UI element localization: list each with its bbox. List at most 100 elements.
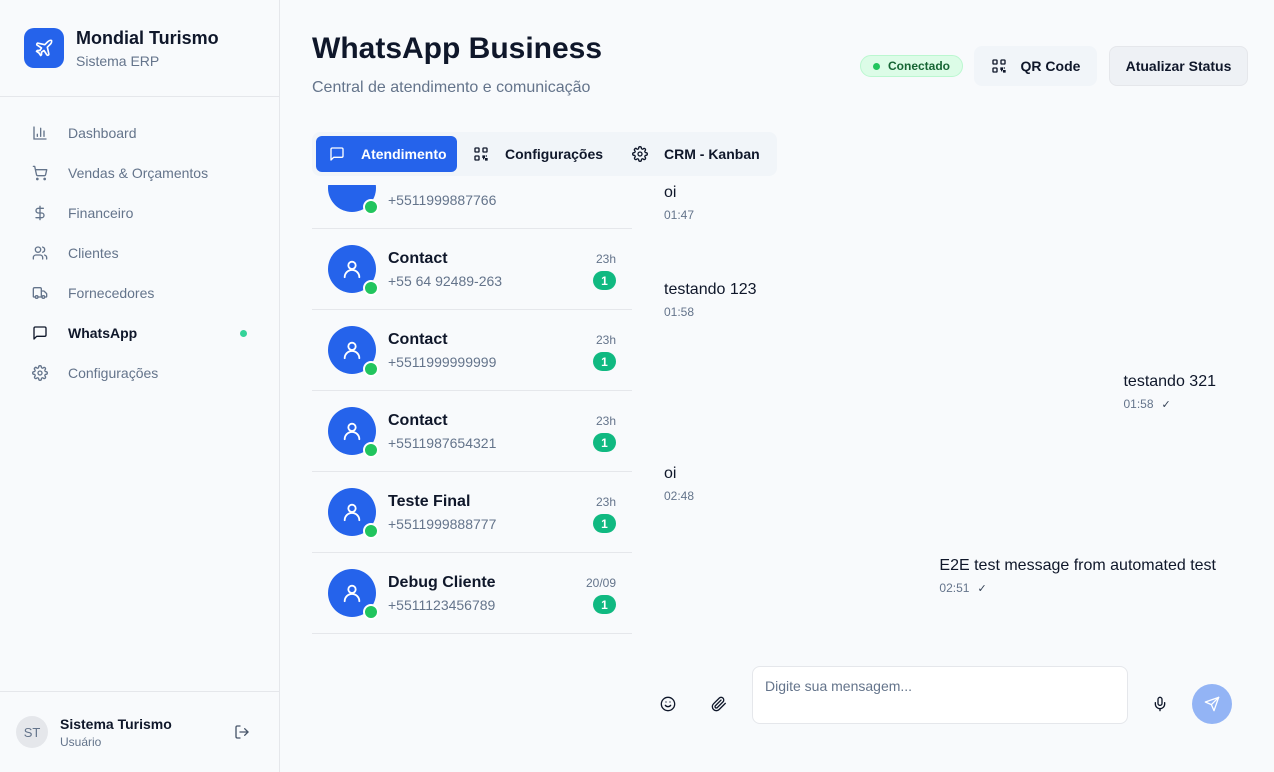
page-title: WhatsApp Business xyxy=(312,32,603,65)
plane-icon xyxy=(24,28,64,68)
gear-icon xyxy=(32,365,48,381)
contact-item[interactable]: Contact +5511999999999 23h 1 xyxy=(312,310,632,391)
user-role: Usuário xyxy=(60,734,102,749)
online-indicator xyxy=(363,442,379,458)
sidebar-item-label: Financeiro xyxy=(68,205,134,221)
contact-time: 23h xyxy=(595,495,616,509)
message-icon xyxy=(32,325,48,341)
message-time: 02:51 ✓ xyxy=(939,581,1216,595)
tab-configuracoes[interactable]: Configurações xyxy=(473,136,603,172)
status-text: Conectado xyxy=(888,59,951,73)
sidebar-item-fornecedores[interactable]: Fornecedores xyxy=(0,273,279,313)
contact-phone: +5511123456789 xyxy=(388,597,496,613)
message-text: testando 321 xyxy=(1123,373,1216,390)
sidebar-item-dashboard[interactable]: Dashboard xyxy=(0,113,279,153)
paperclip-icon[interactable] xyxy=(709,694,729,714)
qr-code-icon xyxy=(991,58,1007,74)
contact-phone: +5511999887766 xyxy=(388,192,497,208)
sidebar-item-label: WhatsApp xyxy=(68,325,138,341)
message-input[interactable] xyxy=(752,666,1128,724)
message-time: 02:48 xyxy=(664,489,694,503)
brand-name: Mondial Turismo xyxy=(76,27,219,48)
sidebar-item-financeiro[interactable]: Financeiro xyxy=(0,193,279,233)
tab-label: CRM - Kanban xyxy=(664,146,760,162)
sidebar-item-label: Clientes xyxy=(68,245,119,261)
message-icon xyxy=(329,146,345,162)
sidebar-item-label: Vendas & Orçamentos xyxy=(68,165,209,181)
tab-atendimento[interactable]: Atendimento xyxy=(316,136,457,172)
contact-phone: +5511987654321 xyxy=(388,435,497,451)
contact-item[interactable]: Debug Cliente +5511123456789 20/09 1 xyxy=(312,553,632,634)
contact-list[interactable]: +5511999887766 Contact +55 64 92489-263 … xyxy=(312,185,632,635)
contact-item[interactable]: Contact +5511987654321 23h 1 xyxy=(312,391,632,472)
online-indicator xyxy=(363,361,379,377)
message-timestamp: 02:48 xyxy=(664,489,695,503)
check-icon: ✓ xyxy=(1161,398,1171,411)
contact-time: 23h xyxy=(595,333,616,347)
brand-subtitle: Sistema ERP xyxy=(76,52,160,69)
contact-item[interactable]: +5511999887766 xyxy=(312,185,632,229)
user-name: Sistema Turismo xyxy=(60,715,172,732)
gear-icon xyxy=(632,146,648,162)
users-icon xyxy=(32,245,48,261)
message-timestamp: 02:51 xyxy=(939,581,970,595)
message-incoming: testando 123 01:58 xyxy=(664,281,757,319)
message-timestamp: 01:58 xyxy=(1123,397,1154,411)
contact-name: Debug Cliente xyxy=(388,574,496,591)
online-indicator xyxy=(363,199,379,215)
tab-label: Configurações xyxy=(505,146,604,162)
status-badge: Conectado xyxy=(860,55,964,77)
sidebar-item-label: Dashboard xyxy=(68,125,137,141)
logout-icon[interactable] xyxy=(232,722,252,742)
contact-time: 23h xyxy=(595,414,616,428)
contact-item[interactable]: Teste Final +5511999888777 23h 1 xyxy=(312,472,632,553)
emoji-icon[interactable] xyxy=(658,694,678,714)
contact-name: Contact xyxy=(388,412,448,429)
dollar-icon xyxy=(32,205,48,221)
sidebar-item-whatsapp[interactable]: WhatsApp xyxy=(0,313,279,353)
message-incoming: oi 02:48 xyxy=(664,465,694,503)
message-time: 01:47 xyxy=(664,208,694,222)
contact-phone: +5511999999999 xyxy=(388,354,497,370)
sidebar-item-clientes[interactable]: Clientes xyxy=(0,233,279,273)
cart-icon xyxy=(32,165,48,181)
message-thread[interactable]: oi 01:47 testando 123 01:58 testando 321… xyxy=(648,185,1248,645)
contact-item[interactable]: Contact +55 64 92489-263 23h 1 xyxy=(312,229,632,310)
sidebar-item-configuracoes[interactable]: Configurações xyxy=(0,353,279,393)
truck-icon xyxy=(32,285,48,301)
status-dot xyxy=(873,62,880,70)
send-button[interactable] xyxy=(1192,684,1232,724)
sidebar: Mondial Turismo Sistema ERP Dashboard Ve… xyxy=(0,0,280,772)
tab-label: Atendimento xyxy=(361,146,447,162)
online-indicator xyxy=(363,604,379,620)
message-outgoing: testando 321 01:58 ✓ xyxy=(1123,373,1216,411)
message-incoming: oi 01:47 xyxy=(664,185,694,222)
tab-crm-kanban[interactable]: CRM - Kanban xyxy=(632,136,760,172)
unread-badge: 1 xyxy=(593,514,616,533)
microphone-icon[interactable] xyxy=(1150,694,1170,714)
message-time: 01:58 ✓ xyxy=(1123,397,1216,411)
send-icon xyxy=(1204,696,1220,712)
message-text: oi xyxy=(664,465,677,482)
contact-name: Contact xyxy=(388,331,448,348)
sidebar-item-label: Configurações xyxy=(68,365,159,381)
bar-chart-icon xyxy=(32,125,48,141)
active-indicator-dot xyxy=(240,330,247,337)
qr-code-icon xyxy=(473,146,489,162)
refresh-status-button[interactable]: Atualizar Status xyxy=(1109,46,1248,86)
online-indicator xyxy=(363,523,379,539)
contact-phone: +55 64 92489-263 xyxy=(388,273,503,289)
sidebar-nav: Dashboard Vendas & Orçamentos Financeiro… xyxy=(0,97,279,393)
qr-code-button[interactable]: QR Code xyxy=(974,46,1097,86)
online-indicator xyxy=(363,280,379,296)
brand: Mondial Turismo Sistema ERP xyxy=(0,0,279,97)
sidebar-item-vendas[interactable]: Vendas & Orçamentos xyxy=(0,153,279,193)
message-text: E2E test message from automated test xyxy=(939,557,1216,574)
contact-phone: +5511999888777 xyxy=(388,516,497,532)
unread-badge: 1 xyxy=(593,271,616,290)
check-icon: ✓ xyxy=(977,582,987,595)
tab-bar: Atendimento Configurações CRM - Kanban xyxy=(312,132,777,176)
user-panel: ST Sistema Turismo Usuário xyxy=(0,691,280,772)
message-time: 01:58 xyxy=(664,305,757,319)
unread-badge: 1 xyxy=(593,352,616,371)
